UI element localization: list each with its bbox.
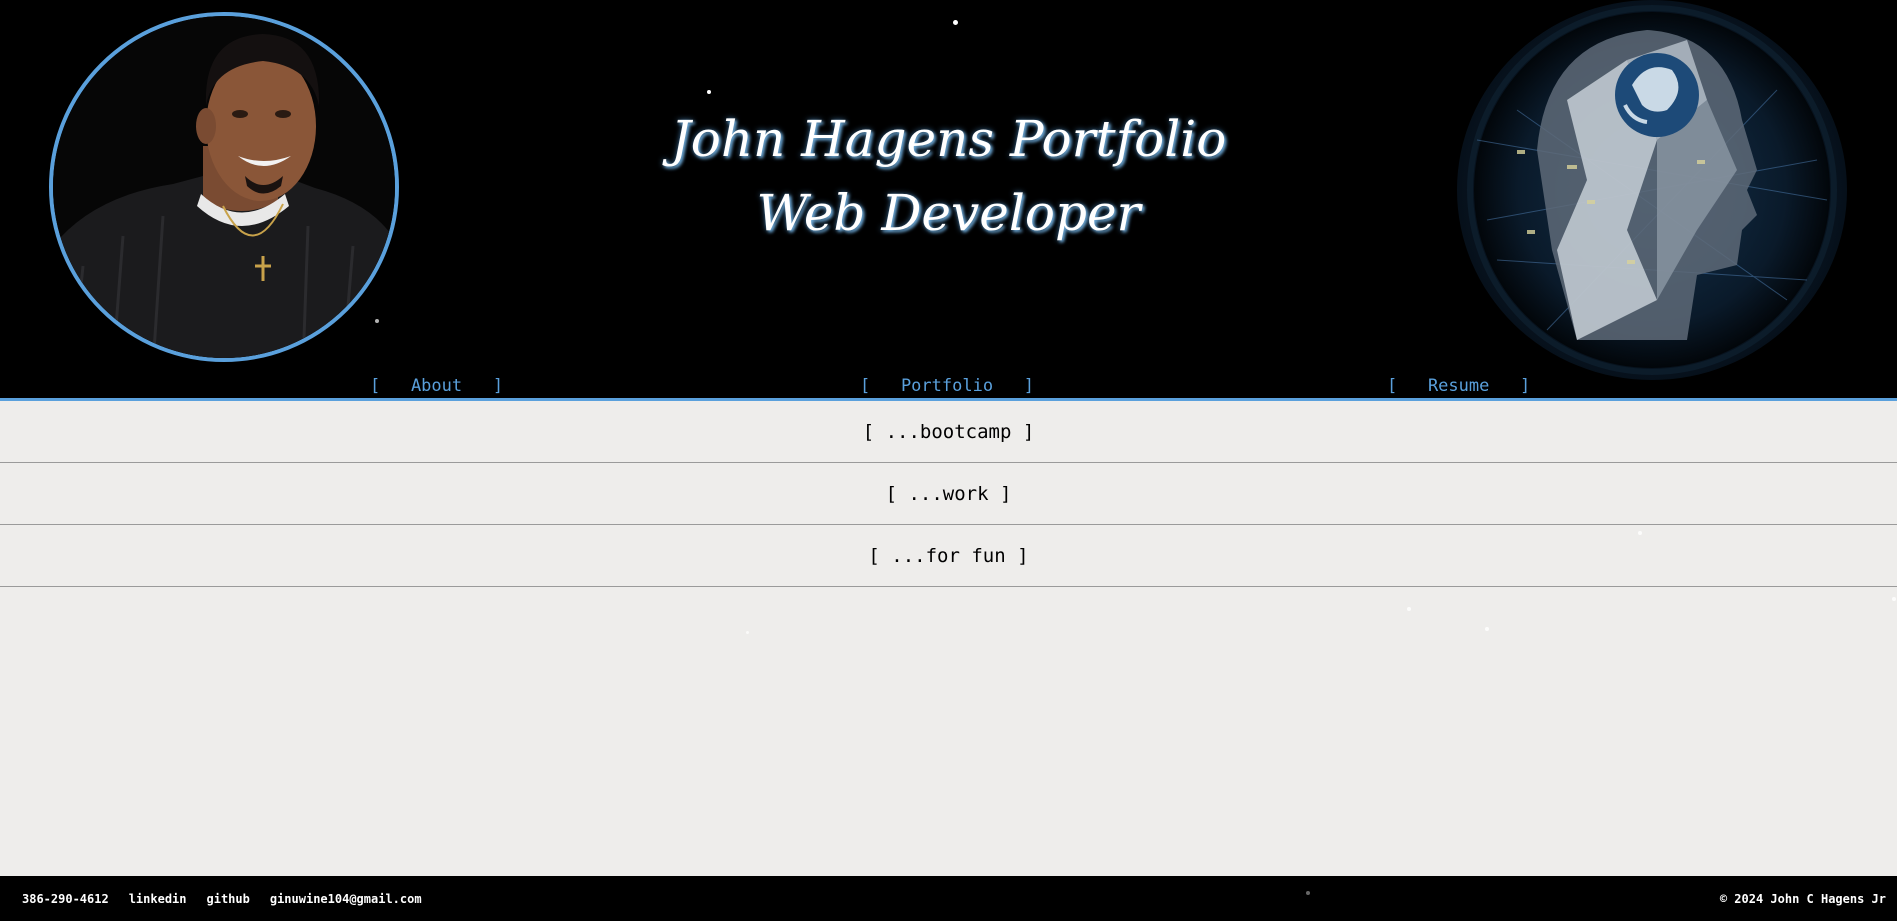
section-work-label: [ ...work ]: [885, 482, 1012, 505]
footer-github-link[interactable]: github: [207, 892, 250, 906]
site-footer: 386-290-4612 linkedin github ginuwine104…: [0, 876, 1897, 921]
star-decoration: [1892, 597, 1896, 601]
star-decoration: [1306, 891, 1310, 895]
section-work[interactable]: [ ...work ]: [0, 463, 1897, 525]
nav-about-link[interactable]: [ About ]: [370, 376, 503, 396]
section-bootcamp[interactable]: [ ...bootcamp ]: [0, 401, 1897, 463]
nav-portfolio-link[interactable]: [ Portfolio ]: [860, 376, 1034, 396]
section-for-fun-label: [ ...for fun ]: [868, 544, 1029, 567]
star-decoration: [375, 319, 379, 323]
digital-head-image: [1457, 0, 1847, 380]
footer-contact-links: 386-290-4612 linkedin github ginuwine104…: [22, 892, 422, 906]
footer-email-link[interactable]: ginuwine104@gmail.com: [270, 892, 422, 906]
star-decoration: [1407, 607, 1411, 611]
section-for-fun[interactable]: [ ...for fun ]: [0, 525, 1897, 587]
star-decoration: [746, 631, 749, 634]
star-decoration: [1485, 627, 1489, 631]
star-decoration: [953, 20, 958, 25]
section-bootcamp-label: [ ...bootcamp ]: [862, 420, 1035, 443]
footer-linkedin-link[interactable]: linkedin: [129, 892, 187, 906]
footer-copyright: © 2024 John C Hagens Jr: [1719, 892, 1886, 906]
nav-resume-link[interactable]: [ Resume ]: [1387, 376, 1530, 396]
star-decoration: [1638, 531, 1642, 535]
star-decoration: [707, 90, 711, 94]
site-header: John Hagens Portfolio Web Developer [Ab…: [0, 0, 1897, 401]
digital-head-icon: [1467, 5, 1837, 375]
footer-phone[interactable]: 386-290-4612: [22, 892, 109, 906]
